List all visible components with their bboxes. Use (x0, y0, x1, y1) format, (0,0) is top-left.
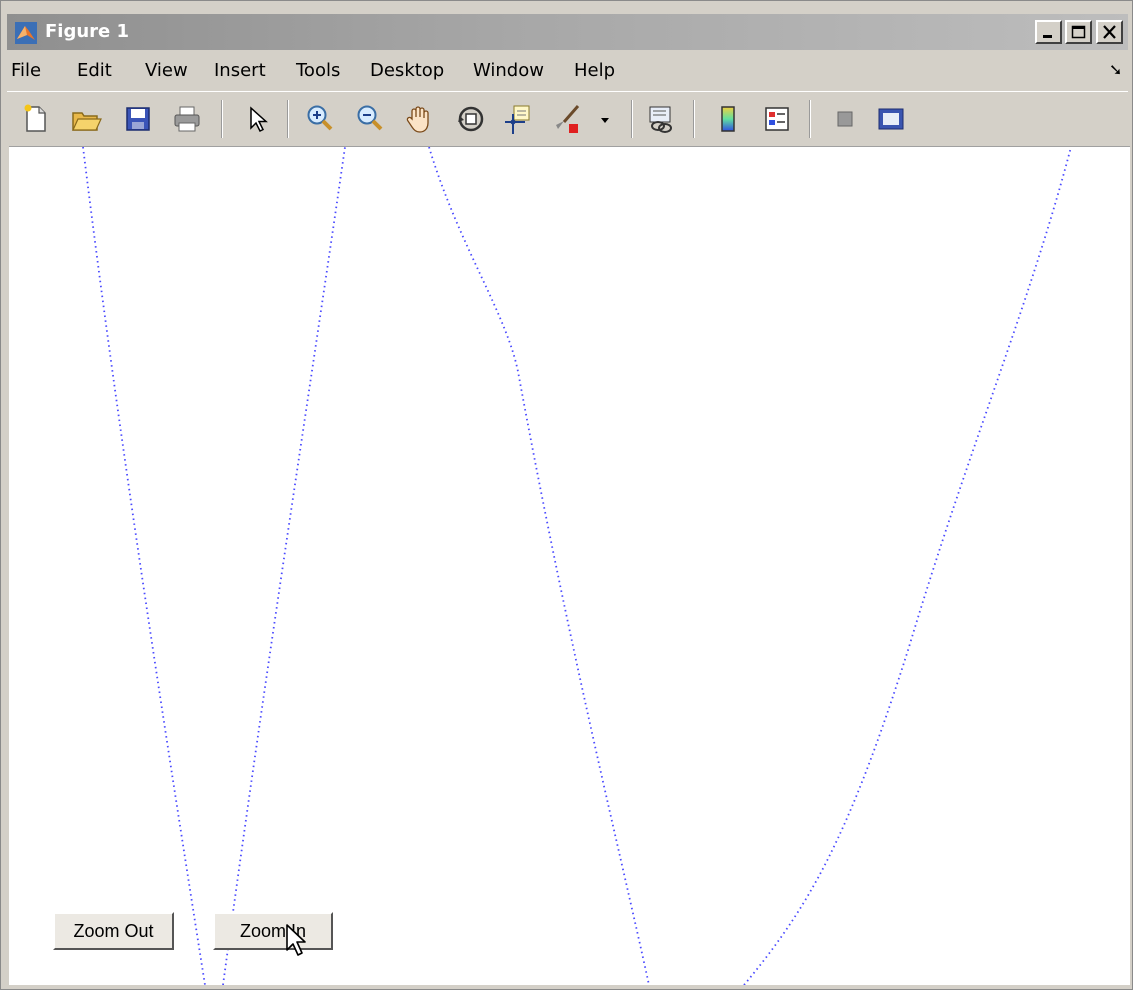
print-icon[interactable] (170, 102, 204, 136)
plot-line-center-down (428, 147, 650, 985)
dock-figure-icon[interactable]: ➘ (1109, 60, 1122, 80)
menu-edit[interactable]: Edit (77, 60, 112, 81)
plot-line-left-down (82, 147, 206, 985)
figure-window: Figure 1 File Edit View Insert Tools Des… (0, 0, 1133, 990)
plot-line-left-up (222, 147, 346, 985)
toolbar-separator (221, 100, 223, 138)
zoom-out-button[interactable]: Zoom Out (53, 912, 174, 950)
brush-dropdown-icon[interactable] (597, 102, 613, 136)
menu-bar: File Edit View Insert Tools Desktop Wind… (7, 54, 1128, 88)
show-plot-tools-icon[interactable] (874, 102, 908, 136)
save-icon[interactable] (121, 102, 155, 136)
mouse-pointer-icon (285, 923, 311, 964)
close-button[interactable] (1096, 20, 1123, 44)
new-figure-icon[interactable] (19, 102, 53, 136)
zoom-in-icon[interactable] (303, 102, 337, 136)
toolbar-separator (809, 100, 811, 138)
menu-file[interactable]: File (11, 60, 41, 81)
data-cursor-icon[interactable] (501, 102, 535, 136)
close-icon (1103, 25, 1116, 39)
brush-icon[interactable] (550, 102, 584, 136)
toolbar-separator (693, 100, 695, 138)
menu-insert[interactable]: Insert (214, 60, 266, 81)
zoom-in-button[interactable]: Zoom In (213, 912, 333, 950)
toolbar-separator (287, 100, 289, 138)
link-plot-icon[interactable] (644, 102, 678, 136)
plot-area (82, 147, 1072, 985)
window-title: Figure 1 (45, 21, 130, 42)
minimize-button[interactable] (1035, 20, 1062, 44)
figure-canvas[interactable]: Zoom Out Zoom In (9, 146, 1130, 985)
hide-plot-tools-icon[interactable] (828, 102, 862, 136)
zoom-out-icon[interactable] (353, 102, 387, 136)
title-bar[interactable]: Figure 1 (7, 14, 1128, 50)
menu-window[interactable]: Window (473, 60, 544, 81)
menu-tools[interactable]: Tools (296, 60, 340, 81)
colorbar-icon[interactable] (711, 102, 745, 136)
figure-toolbar (7, 91, 1128, 144)
menu-desktop[interactable]: Desktop (370, 60, 444, 81)
matlab-logo-icon (15, 22, 37, 44)
legend-icon[interactable] (760, 102, 794, 136)
maximize-icon (1071, 25, 1086, 39)
menu-view[interactable]: View (145, 60, 188, 81)
menu-help[interactable]: Help (574, 60, 615, 81)
open-file-icon[interactable] (69, 102, 103, 136)
rotate-3d-icon[interactable] (454, 102, 488, 136)
maximize-button[interactable] (1065, 20, 1092, 44)
minimize-icon (1043, 35, 1052, 38)
plot-line-right-up (743, 147, 1072, 985)
edit-plot-arrow-icon[interactable] (240, 102, 274, 136)
toolbar-separator (631, 100, 633, 138)
pan-hand-icon[interactable] (403, 102, 437, 136)
